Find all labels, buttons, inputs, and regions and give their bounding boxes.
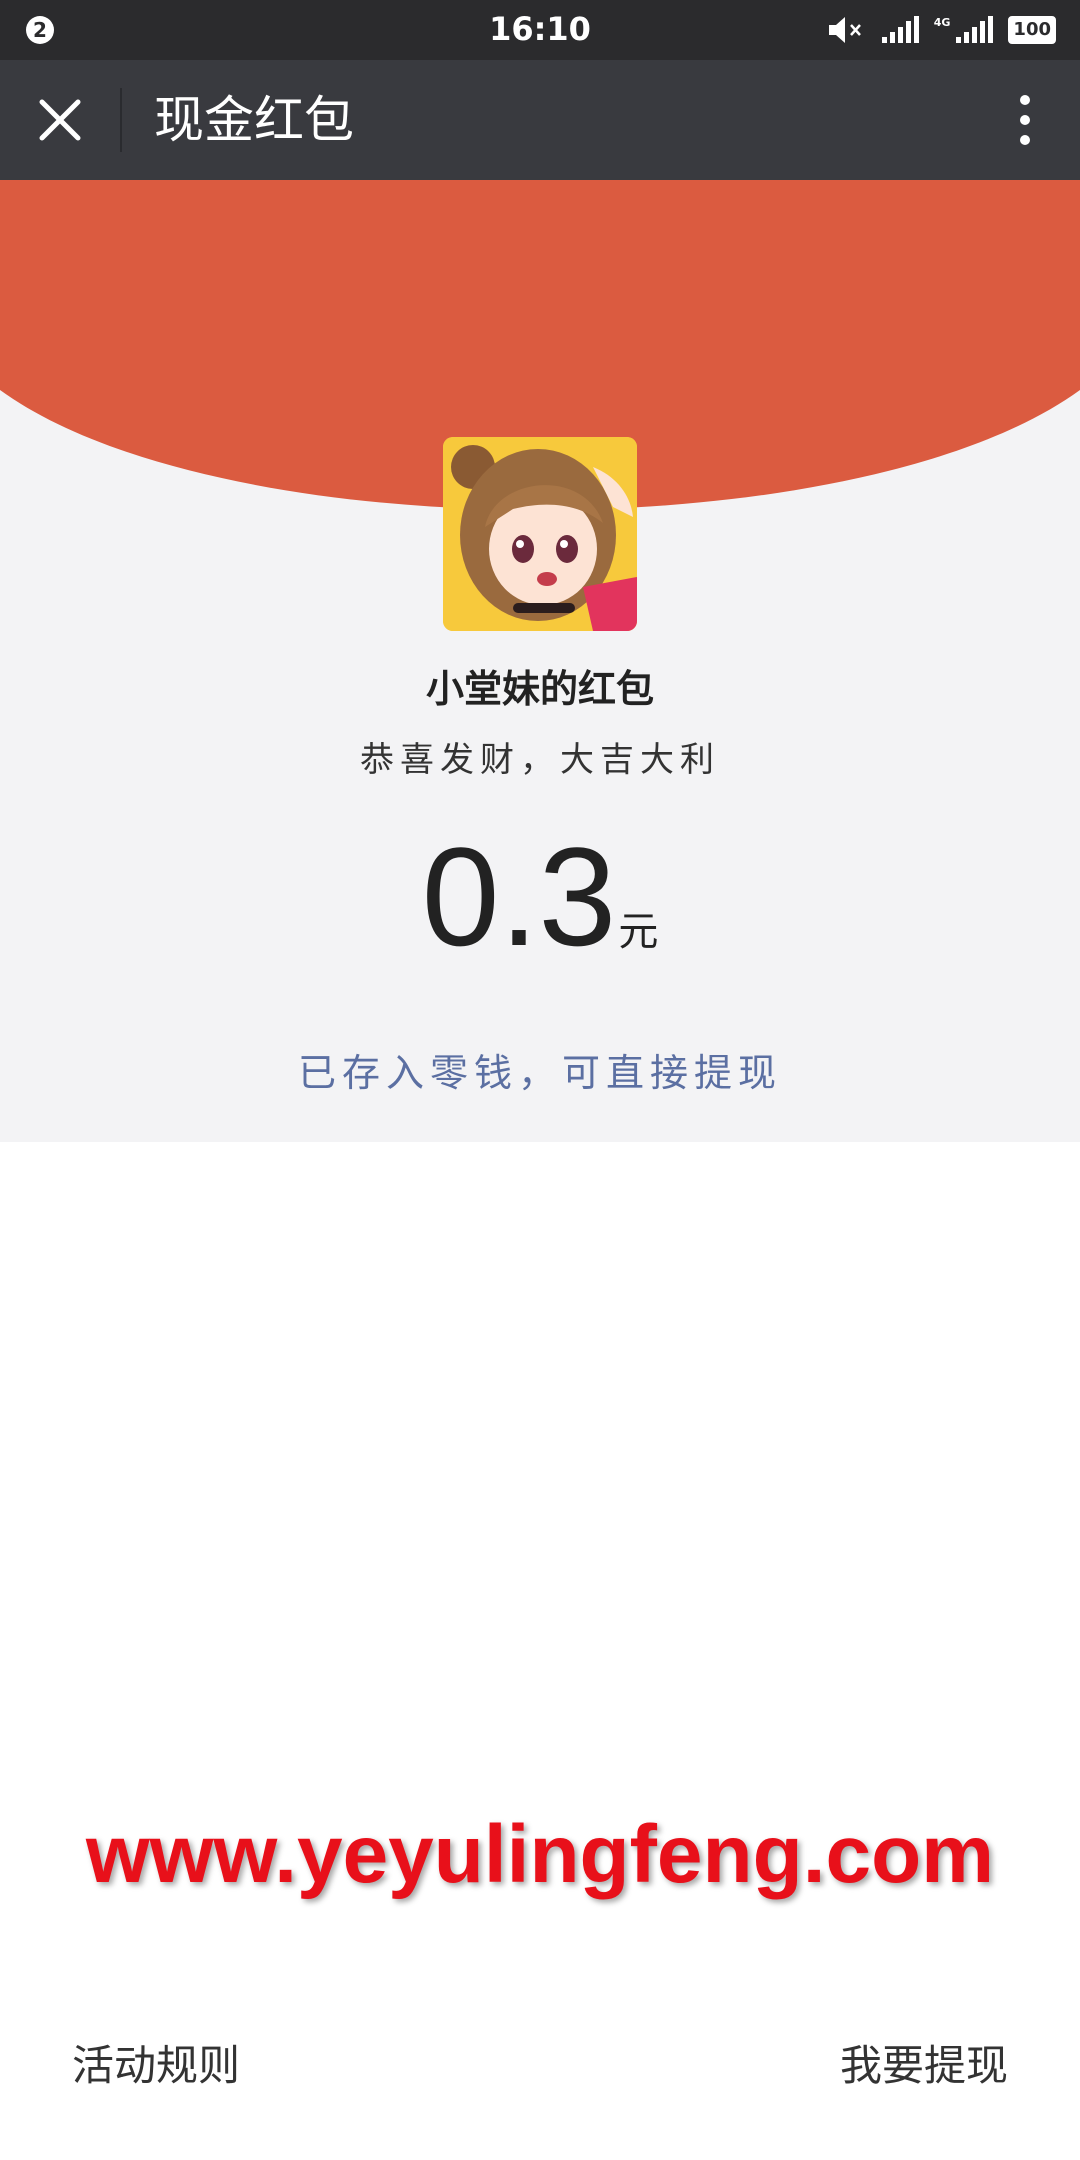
avatar-illustration [443,437,637,631]
deposit-link[interactable]: 已存入零钱，可直接提现 [0,1042,1080,1097]
network-type: 4G [933,15,951,29]
amount: 0.3元 [0,822,1080,972]
nav-bar: 现金红包 [0,60,1080,180]
sender-name: 小堂妹的红包 [425,667,654,711]
amount-value: 0.3 [421,818,617,975]
withdraw-link[interactable]: 我要提现 [840,2032,1008,2093]
signal-icon [881,16,919,43]
status-icons: 4G 100 [826,12,1056,48]
watermark-text: www.yeyulingfeng.com [85,1809,995,1900]
page-title: 现金红包 [154,91,354,149]
signal-2-icon [956,16,994,43]
sender-avatar [443,437,637,631]
red-packet-card: 小堂妹的红包 恭喜发财，大吉大利 0.3元 已存入零钱，可直接提现 [0,180,1080,1142]
greeting-text: 恭喜发财，大吉大利 [360,740,720,780]
nav-divider [120,88,122,152]
close-icon[interactable] [30,90,90,150]
more-menu-icon[interactable] [1010,92,1040,148]
battery-indicator: 100 [1008,16,1056,44]
mute-icon [828,17,861,43]
amount-unit: 元 [618,909,659,955]
status-bar: 2 16:10 4G 100 [0,0,1080,60]
activity-rules-link[interactable]: 活动规则 [72,2032,240,2093]
